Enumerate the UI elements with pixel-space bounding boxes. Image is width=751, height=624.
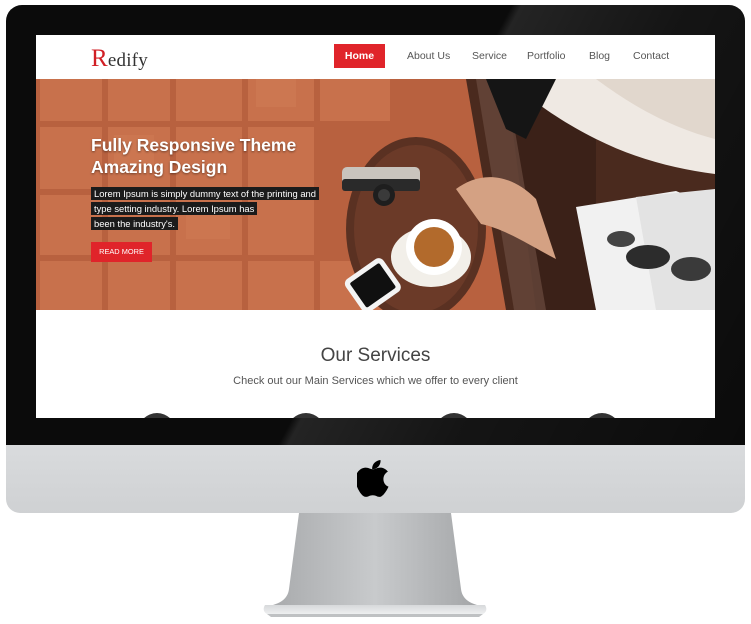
hero-title-line-1: Fully Responsive Theme — [91, 135, 297, 155]
hero-title: Fully Responsive Theme Amazing Design — [91, 134, 296, 178]
services-title: Our Services — [320, 345, 431, 366]
service-icon-circle — [583, 413, 621, 418]
services-subtitle: Check out our Main Services which we off… — [233, 375, 518, 387]
nav-blog[interactable]: Blog — [589, 44, 610, 68]
nav-home[interactable]: Home — [334, 44, 385, 68]
hero-text-line-3: been the industry's. — [91, 217, 179, 230]
nav-about-us[interactable]: About Us — [407, 44, 450, 68]
logo-initial: R — [91, 45, 108, 72]
website-screen: Redify Home About Us Service Portfolio B… — [36, 35, 715, 418]
nav-service[interactable]: Service — [472, 44, 507, 68]
service-icon-circle — [435, 413, 473, 418]
nav-portfolio[interactable]: Portfolio — [527, 44, 566, 68]
hero-text-line-2: type setting industry. Lorem Ipsum has — [91, 202, 258, 215]
monitor-stand — [263, 513, 487, 617]
service-icon-circle — [138, 413, 176, 418]
read-more-button[interactable]: READ MORE — [91, 242, 152, 262]
nav-contact[interactable]: Contact — [633, 44, 669, 68]
hero-title-line-2: Amazing Design — [91, 157, 228, 177]
site-logo[interactable]: Redify — [91, 45, 148, 73]
site-header: Redify Home About Us Service Portfolio B… — [36, 35, 715, 79]
service-icon-circle — [287, 413, 325, 418]
hero-banner: Fully Responsive Theme Amazing Design Lo… — [36, 79, 715, 310]
hero-text-line-1: Lorem Ipsum is simply dummy text of the … — [91, 187, 319, 200]
apple-icon — [357, 460, 389, 497]
hero-description: Lorem Ipsum is simply dummy text of the … — [91, 186, 331, 231]
logo-text: edify — [107, 50, 148, 71]
